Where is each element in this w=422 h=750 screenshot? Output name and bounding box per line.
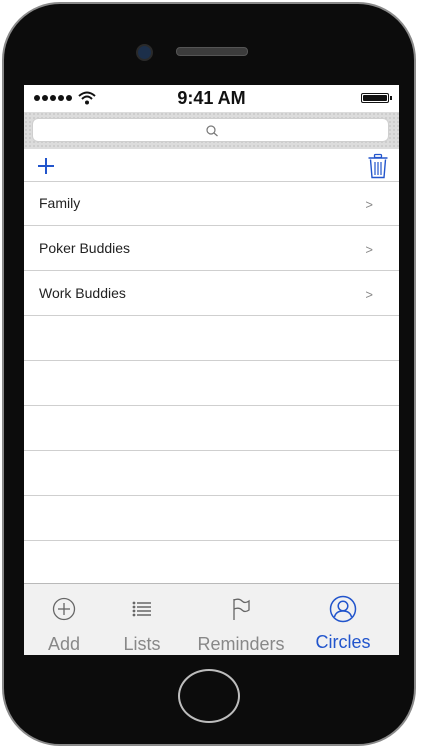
list-icon xyxy=(132,601,151,617)
list-item[interactable]: Work Buddies > xyxy=(24,271,399,316)
list-item-label: Work Buddies xyxy=(39,285,126,301)
search-input[interactable] xyxy=(32,118,389,142)
tab-lists[interactable]: Lists xyxy=(102,584,182,655)
tab-circles[interactable]: Circles xyxy=(303,584,383,655)
list-toolbar xyxy=(24,151,399,182)
list-item-label: Family xyxy=(39,195,81,211)
add-circle-icon xyxy=(52,597,76,621)
tab-reminders[interactable]: Reminders xyxy=(197,584,285,655)
empty-row xyxy=(24,361,399,406)
circles-list: Family > Poker Buddies > Work Buddies > xyxy=(24,181,399,586)
home-button[interactable] xyxy=(178,669,240,723)
phone-frame: 9:41 AM Family > Poker Buddies > Work Bu… xyxy=(0,0,422,750)
chevron-right-icon: > xyxy=(365,197,373,212)
trash-icon[interactable] xyxy=(367,153,389,179)
empty-row xyxy=(24,541,399,586)
chevron-right-icon: > xyxy=(365,242,373,257)
search-bar xyxy=(24,112,399,149)
status-bar: 9:41 AM xyxy=(24,85,399,111)
tab-label: Circles xyxy=(315,632,371,652)
list-item[interactable]: Poker Buddies > xyxy=(24,226,399,271)
flag-icon xyxy=(233,598,250,620)
plus-icon[interactable] xyxy=(36,156,56,176)
empty-row xyxy=(24,451,399,496)
app-screen: 9:41 AM Family > Poker Buddies > Work Bu… xyxy=(24,85,399,655)
tab-bar: Add Lists Reminders Circles xyxy=(24,583,399,655)
person-circle-icon xyxy=(329,595,357,623)
search-icon xyxy=(206,125,218,137)
speaker-grille xyxy=(176,47,248,56)
camera-icon xyxy=(136,44,153,61)
list-item[interactable]: Family > xyxy=(24,181,399,226)
empty-row xyxy=(24,406,399,451)
empty-row xyxy=(24,496,399,541)
battery-icon xyxy=(361,93,392,103)
list-item-label: Poker Buddies xyxy=(39,240,131,256)
empty-row xyxy=(24,316,399,361)
status-time: 9:41 AM xyxy=(177,88,246,108)
chevron-right-icon: > xyxy=(365,287,373,302)
